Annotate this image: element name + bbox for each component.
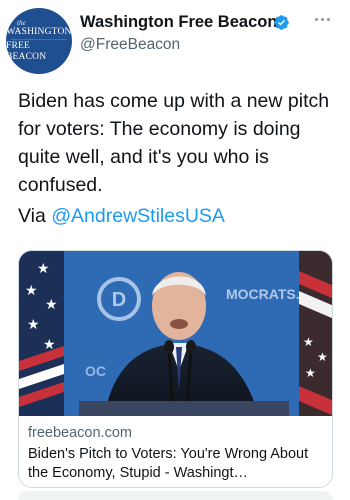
svg-text:★: ★ xyxy=(27,317,40,333)
tweet-via-line: Via @AndrewStilesUSA xyxy=(18,202,225,230)
handle[interactable]: @FreeBeacon xyxy=(80,36,180,54)
avatar-logo-line2: FREE BEACON xyxy=(6,40,47,62)
more-options-icon[interactable] xyxy=(315,14,335,24)
next-tweet-card xyxy=(18,491,333,500)
next-tweet-peek xyxy=(0,491,350,500)
svg-text:★: ★ xyxy=(45,297,58,313)
svg-text:★: ★ xyxy=(317,350,328,364)
link-card[interactable]: D MOCRATS.C OC ★ ★ ★ ★ ★ ★ ★ ★ freebeaco… xyxy=(18,250,333,488)
avatar-logo-line1: WASHINGTON xyxy=(6,26,72,37)
display-name[interactable]: Washington Free Beacon xyxy=(80,13,277,32)
tweet-text: Biden has come up with a new pitch for v… xyxy=(18,90,330,196)
svg-text:★: ★ xyxy=(37,261,50,277)
card-image: D MOCRATS.C OC ★ ★ ★ ★ ★ ★ ★ ★ xyxy=(19,251,332,416)
svg-text:D: D xyxy=(112,289,126,311)
svg-text:★: ★ xyxy=(305,366,316,380)
card-title: Biden's Pitch to Voters: You're Wrong Ab… xyxy=(28,446,309,481)
avatar[interactable]: the WASHINGTON FREE BEACON xyxy=(6,8,72,74)
card-domain: freebeacon.com xyxy=(28,425,132,441)
via-prefix: Via xyxy=(18,205,52,227)
banner-text: MOCRATS.C xyxy=(226,286,310,302)
banner-left-text: OC xyxy=(85,363,106,379)
verified-badge-icon xyxy=(274,15,289,30)
avatar-logo-divider xyxy=(11,38,67,40)
tweet: the WASHINGTON FREE BEACON Washington Fr… xyxy=(0,0,350,500)
avatar-logo-the: the xyxy=(17,18,26,27)
svg-text:★: ★ xyxy=(25,283,38,299)
svg-text:★: ★ xyxy=(303,335,314,349)
mention-link[interactable]: @AndrewStilesUSA xyxy=(51,205,225,227)
